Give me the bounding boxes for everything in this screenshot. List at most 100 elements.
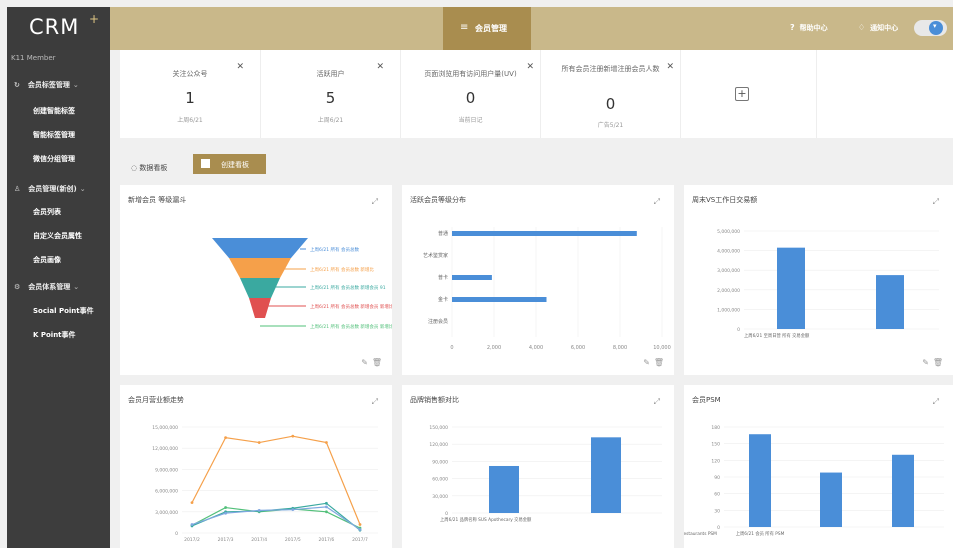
funnel-stage-label: 上周6/21 所有 会员总数 (310, 246, 359, 253)
chevron-down-icon: ⌄ (72, 81, 79, 89)
bar (452, 275, 492, 280)
sidebar-item-k-point[interactable]: K Point事件 (33, 330, 76, 340)
sidebar-group-label: 会员标签管理 (27, 81, 70, 89)
y-tick-label: 60 (714, 492, 720, 498)
panel-title: 活跃会员等级分布 (410, 196, 466, 204)
y-tick-label: 艺术鉴赏家 (423, 252, 448, 259)
notice-center-link[interactable]: ♢ 通知中心 (858, 23, 898, 33)
data-point (224, 436, 227, 439)
stat-value: 0 (605, 95, 616, 113)
psm-panel: 会员PSM ⤢ 0 30 60 90 120 150 180 上周6/21 会员 所有 PSM… (684, 385, 953, 548)
data-point (291, 508, 295, 512)
x-tick-label: 10,000 (653, 345, 671, 351)
bar (452, 297, 547, 302)
sidebar-item-smart-tag-management[interactable]: 智能标签管理 (33, 130, 75, 140)
bar (452, 231, 637, 236)
sidebar-title: K11 Member (11, 54, 56, 62)
sidebar-item-member-list[interactable]: 会员列表 (33, 207, 61, 217)
help-center-link[interactable]: ? 帮助中心 (790, 23, 828, 33)
plus-icon[interactable]: + (735, 87, 749, 101)
logo-text: CRM (29, 15, 80, 39)
edit-icon[interactable]: ✎ (643, 358, 650, 367)
close-icon[interactable]: ✕ (526, 62, 534, 72)
expand-icon[interactable]: ⤢ (372, 197, 378, 207)
data-point (325, 510, 328, 514)
funnel-stage-label: 上周6/21 所有 会员总数 新增会员 新增比 (310, 323, 392, 330)
panel-title: 品牌销售额对比 (410, 396, 459, 404)
stat-card[interactable]: 所有会员注册新增注册会员人数 0 广告5/21 ✕ (541, 50, 681, 138)
brand-sales-panel: 品牌销售额对比 ⤢ 0 30,000 60,000 90,000 120,000 150,… (402, 385, 674, 548)
data-point (325, 505, 328, 509)
x-category-label: 上周6/21 会员 Restaurants PSM (684, 530, 717, 537)
y-tick-label: 普通 (438, 230, 448, 237)
data-point (224, 506, 227, 509)
y-tick-label: 90 (714, 475, 720, 481)
sidebar-item-create-smart-tag[interactable]: 创建智能标签 (33, 106, 75, 116)
add-stat-card[interactable] (681, 50, 817, 138)
x-tick-label: 2017/4 (251, 537, 267, 543)
expand-icon[interactable]: ⤢ (933, 397, 939, 407)
user-toggle[interactable]: ▾ (914, 20, 947, 36)
menu-tab-member-management[interactable]: ≡ 会员管理 (443, 7, 531, 50)
x-tick-label: 8,000 (613, 345, 627, 351)
data-point (190, 501, 194, 505)
stat-title: 页面浏览用有访问用户量(UV) (424, 70, 517, 78)
x-tick-label: 6,000 (571, 345, 585, 351)
bar (876, 275, 904, 329)
expand-icon[interactable]: ⤢ (372, 397, 378, 407)
sidebar-group-member-system[interactable]: ⚙ 会员体系管理 ⌄ (14, 282, 79, 292)
monthly-revenue-panel: 会员月营业额走势 ⤢ 0 3,000,000 6,000,000 9,000,000 1… (120, 385, 392, 548)
line-chart: 0 3,000,000 6,000,000 9,000,000 12,000,000 15… (152, 425, 378, 543)
expand-icon[interactable]: ⤢ (933, 197, 939, 207)
stat-card[interactable]: 页面浏览用有访问用户量(UV) 0 当前日记 ✕ (401, 50, 541, 138)
stat-card[interactable]: 关注公众号 1 上周6/21 ✕ (120, 50, 261, 138)
expand-icon[interactable]: ⤢ (654, 197, 660, 207)
bar (820, 472, 842, 527)
menu-icon: ≡ (460, 22, 469, 33)
close-icon[interactable]: ✕ (236, 62, 244, 72)
bar-chart: 0 1,000,000 2,000,000 3,000,000 4,000,000 5,0… (717, 229, 939, 339)
data-board-text: 数据看板 (139, 164, 168, 172)
y-tick-label: 5,000,000 (717, 229, 740, 235)
x-tick-label: 2017/3 (218, 537, 234, 543)
close-icon[interactable]: ✕ (666, 62, 674, 72)
expand-icon[interactable]: ⤢ (654, 397, 660, 407)
stat-title: 所有会员注册新增注册会员人数 (561, 65, 660, 73)
trash-icon[interactable]: 🗑 (933, 358, 943, 367)
stat-value: 0 (465, 89, 476, 107)
stat-subtext: 当前日记 (458, 117, 483, 124)
close-icon[interactable]: ✕ (376, 62, 384, 72)
sidebar-item-wechat-group-management[interactable]: 微信分组管理 (33, 154, 75, 164)
help-icon: ? (790, 23, 795, 32)
data-board-label[interactable]: ◌ 数据看板 (131, 163, 167, 173)
notice-center-label: 通知中心 (870, 24, 899, 32)
x-category-label: 上周6/21 至周日营 所有 交易金额 (744, 332, 810, 339)
y-tick-label: 0 (717, 525, 720, 531)
refresh-icon: ↻ (14, 81, 20, 89)
create-board-button[interactable]: 创建看板 (193, 154, 266, 174)
logo[interactable]: CRM + (7, 7, 110, 50)
trash-icon[interactable]: 🗑 (654, 358, 664, 367)
sidebar-group-tag-management[interactable]: ↻ 会员标签管理 ⌄ (14, 80, 79, 90)
sidebar-group-member-management[interactable]: ♙ 会员管理(新创) ⌄ (14, 184, 86, 194)
stat-card[interactable]: 活跃用户 5 上周6/21 ✕ (261, 50, 401, 138)
sidebar-item-member-portrait[interactable]: 会员画像 (33, 255, 61, 265)
square-icon (201, 159, 210, 168)
chevron-down-icon: ⌄ (73, 283, 80, 291)
data-point (358, 523, 362, 526)
panel-title: 会员PSM (692, 396, 721, 404)
bar (489, 465, 519, 513)
stat-subtext: 上周6/21 (177, 117, 203, 124)
edit-icon[interactable]: ✎ (361, 358, 368, 367)
sidebar-group-label: 会员体系管理 (28, 283, 71, 291)
bell-icon: ♢ (858, 23, 866, 32)
edit-icon[interactable]: ✎ (922, 358, 929, 367)
trash-icon[interactable]: 🗑 (372, 358, 382, 367)
y-tick-label: 90,000 (432, 459, 448, 465)
funnel-stage (249, 298, 271, 318)
x-category-label: 上周6/21 品牌名称 SUS Apothecary 交易金额 (440, 516, 532, 523)
data-point (190, 523, 194, 526)
sidebar-item-social-point[interactable]: Social Point事件 (33, 306, 94, 316)
app-window: CRM + ≡ 会员管理 ? 帮助中心 ♢ 通知中心 ▾ K11 Member ↻ 会… (7, 7, 953, 548)
sidebar-item-custom-attributes[interactable]: 自定义会员属性 (33, 231, 82, 241)
